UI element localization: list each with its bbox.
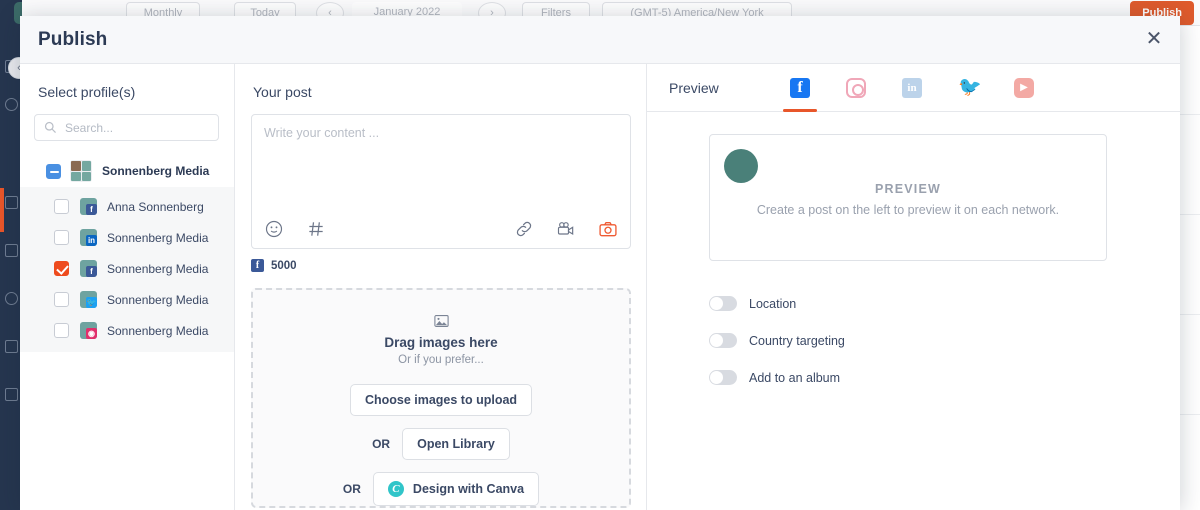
list-item[interactable]: f Sonnenberg Media (20, 253, 234, 284)
profile-name: Sonnenberg Media (107, 292, 209, 307)
preview-subtitle: Create a post on the left to preview it … (756, 203, 1060, 217)
profile-checkbox[interactable] (54, 230, 69, 245)
avatar (70, 160, 92, 182)
image-dropzone[interactable]: Drag images here Or if you prefer... Cho… (251, 288, 631, 508)
profile-name: Sonnenberg Media (107, 261, 209, 276)
profile-name: Sonnenberg Media (107, 323, 209, 338)
preview-panel: Preview f in 🐦 ▶ PREVIEW Create a post o… (647, 64, 1180, 510)
profile-selector-panel: Select profile(s) Sonnenberg Media f (20, 64, 235, 510)
preview-card: PREVIEW Create a post on the left to pre… (709, 134, 1107, 261)
tab-youtube[interactable]: ▶ (996, 64, 1052, 112)
profile-checkbox[interactable] (54, 261, 69, 276)
list-item[interactable]: 🐦 Sonnenberg Media (20, 284, 234, 315)
twitter-icon: 🐦 (958, 77, 982, 98)
dropzone-subtitle: Or if you prefer... (398, 354, 484, 366)
link-icon[interactable] (514, 219, 534, 239)
or-label: OR (372, 437, 391, 451)
list-item[interactable]: ◉ Sonnenberg Media (20, 315, 234, 346)
upload-row: Choose images to upload (349, 384, 533, 416)
profile-parent-checkbox[interactable] (46, 163, 61, 179)
close-icon[interactable]: ✕ (1142, 28, 1166, 52)
option-location[interactable]: Location (709, 285, 1180, 322)
publish-modal: Publish ✕ Select profile(s) Sonnenberg M… (20, 16, 1180, 510)
sidebar-icon-4[interactable] (5, 244, 18, 257)
sidebar-active-indicator (0, 188, 4, 232)
preview-options: Location Country targeting Add to an alb… (647, 285, 1180, 396)
avatar: in (80, 229, 97, 246)
preview-label: Preview (669, 80, 719, 96)
preview-tabbar: Preview f in 🐦 ▶ (647, 64, 1180, 112)
option-label: Country targeting (749, 333, 845, 348)
canva-button-label: Design with Canva (412, 482, 525, 496)
linkedin-icon: in (902, 78, 922, 98)
sidebar-icon-2[interactable] (5, 98, 18, 111)
page-title: Publish (38, 29, 108, 50)
canva-row: OR C Design with Canva (342, 472, 540, 506)
library-row: OR Open Library (372, 428, 510, 460)
country-targeting-toggle[interactable] (709, 333, 737, 348)
add-to-album-toggle[interactable] (709, 370, 737, 385)
post-editor-placeholder: Write your content ... (264, 126, 380, 140)
editor-toolbar (252, 210, 630, 248)
canva-icon: C (387, 481, 404, 497)
profile-name: Anna Sonnenberg (107, 199, 204, 214)
profile-name: Sonnenberg Media (107, 230, 209, 245)
youtube-icon: ▶ (1014, 78, 1034, 98)
tab-twitter[interactable]: 🐦 (940, 64, 996, 112)
design-with-canva-button[interactable]: C Design with Canva (372, 472, 540, 506)
post-editor[interactable]: Write your content ... (251, 114, 631, 249)
profile-list: f Anna Sonnenberg in Sonnenberg Media f … (20, 187, 234, 352)
tab-facebook[interactable]: f (772, 64, 828, 112)
profile-checkbox[interactable] (54, 199, 69, 214)
option-add-to-album[interactable]: Add to an album (709, 359, 1180, 396)
video-icon[interactable] (556, 219, 576, 239)
facebook-icon: f (251, 259, 264, 272)
post-composer-panel: Your post Write your content ... f 5000 … (235, 64, 862, 510)
location-toggle[interactable] (709, 296, 737, 311)
hashtag-icon[interactable] (306, 219, 326, 239)
open-library-button[interactable]: Open Library (402, 428, 510, 460)
tab-linkedin[interactable]: in (884, 64, 940, 112)
search-box[interactable] (34, 114, 219, 141)
avatar: 🐦 (80, 291, 97, 308)
character-count: 5000 (271, 259, 297, 272)
choose-images-button[interactable]: Choose images to upload (349, 384, 533, 416)
avatar (724, 149, 758, 183)
emoji-icon[interactable] (264, 219, 284, 239)
profile-parent-name: Sonnenberg Media (102, 164, 210, 178)
or-label: OR (342, 482, 361, 496)
twitter-icon: 🐦 (86, 297, 97, 308)
search-input[interactable] (65, 120, 205, 135)
image-icon (433, 315, 449, 327)
option-label: Add to an album (749, 370, 841, 385)
photo-icon[interactable] (598, 219, 618, 239)
post-heading: Your post (253, 84, 312, 100)
dropzone-title: Drag images here (384, 335, 498, 350)
list-item[interactable]: in Sonnenberg Media (20, 222, 234, 253)
search-icon (44, 121, 56, 133)
network-tabs: f in 🐦 ▶ (772, 64, 1052, 112)
option-country-targeting[interactable]: Country targeting (709, 322, 1180, 359)
tab-instagram[interactable] (828, 64, 884, 112)
preview-title: PREVIEW (874, 182, 942, 196)
avatar: f (80, 260, 97, 277)
profile-parent-row[interactable]: Sonnenberg Media (20, 155, 234, 187)
modal-header: Publish ✕ (20, 16, 1180, 64)
facebook-icon: f (86, 204, 97, 215)
sidebar-icon-3[interactable] (5, 196, 18, 209)
profiles-heading: Select profile(s) (38, 84, 136, 100)
facebook-icon: f (790, 78, 810, 98)
instagram-icon (846, 78, 866, 98)
character-counter: f 5000 (251, 259, 646, 272)
list-item[interactable]: f Anna Sonnenberg (20, 191, 234, 222)
profile-checkbox[interactable] (54, 292, 69, 307)
linkedin-icon: in (86, 235, 97, 246)
avatar: f (80, 198, 97, 215)
instagram-icon: ◉ (86, 328, 97, 339)
facebook-icon: f (86, 266, 97, 277)
modal-body: Select profile(s) Sonnenberg Media f (20, 64, 1180, 510)
avatar: ◉ (80, 322, 97, 339)
option-label: Location (749, 296, 797, 311)
profile-checkbox[interactable] (54, 323, 69, 338)
